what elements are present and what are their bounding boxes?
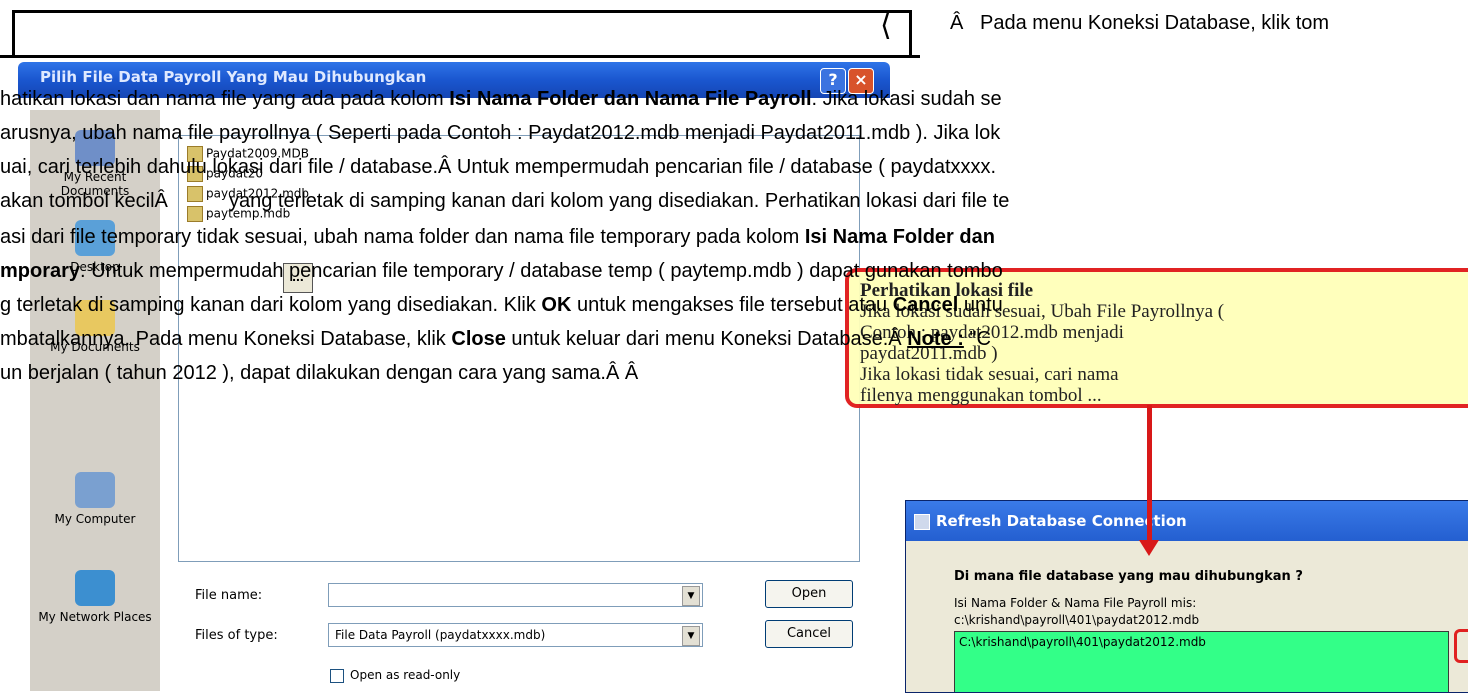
torn-edge-icon: ⟨ [880, 8, 892, 43]
chevron-down-icon[interactable]: ▼ [682, 626, 700, 646]
network-places-icon [75, 570, 115, 606]
arrow-icon [1147, 405, 1152, 550]
refresh-question: Di mana file database yang mau dihubungk… [954, 569, 1303, 584]
file-name-label: File name: [195, 588, 263, 603]
chevron-down-icon[interactable]: ▼ [682, 586, 700, 606]
files-of-type-select[interactable]: File Data Payroll (paydatxxxx.mdb) ▼ [328, 623, 703, 647]
article-line: mporary. Untuk mempermudah pencarian fil… [0, 260, 1003, 282]
open-dialog-title: Pilih File Data Payroll Yang Mau Dihubun… [40, 68, 427, 86]
callout-line: filenya menggunakan tombol ... [860, 385, 1102, 406]
files-of-type-label: Files of type: [195, 628, 278, 643]
place-my-computer[interactable]: My Computer [30, 472, 160, 526]
article-line: asi dari file temporary tidak sesuai, ub… [0, 226, 995, 248]
my-computer-icon [75, 472, 115, 508]
refresh-hint: Isi Nama Folder & Nama File Payroll mis: [954, 596, 1197, 610]
article-line: mbatalkannya. Pada menu Koneksi Database… [0, 328, 991, 350]
place-network[interactable]: My Network Places [30, 570, 160, 624]
cancel-button[interactable]: Cancel [765, 620, 853, 648]
checkbox-icon [330, 668, 344, 683]
file-name-input[interactable]: ▼ [328, 583, 703, 607]
window-icon [914, 514, 930, 530]
article-line: g terletak di samping kanan dari kolom y… [0, 294, 1003, 316]
refresh-db-dialog: Refresh Database Connection Di mana file… [905, 500, 1468, 693]
refresh-dialog-titlebar: Refresh Database Connection [906, 501, 1468, 541]
open-button[interactable]: Open [765, 580, 853, 608]
arrow-head-icon [1139, 540, 1159, 556]
callout-line: Jika lokasi tidak sesuai, cari nama [860, 364, 1119, 385]
article-line: arusnya, ubah nama file payrollnya ( Sep… [0, 122, 1001, 144]
browse-button[interactable] [1454, 629, 1468, 663]
intro-text: Â Pada menu Koneksi Database, klik tom [950, 12, 1330, 34]
article-line: hatikan lokasi dan nama file yang ada pa… [0, 88, 1002, 110]
article-line: uai, cari terlebih dahulu lokasi dari fi… [0, 156, 997, 178]
article-line: akan tombol kecilÂ yang terletak di samp… [0, 190, 1010, 212]
page-top-frame [0, 0, 920, 58]
db-path-input[interactable]: C:\krishand\payroll\401\paydat2012.mdb [954, 631, 1449, 692]
read-only-checkbox[interactable]: Open as read-only [330, 668, 460, 683]
article-line: un berjalan ( tahun 2012 ), dapat dilaku… [0, 362, 639, 384]
refresh-hint-example: c:\krishand\payroll\401\paydat2012.mdb [954, 613, 1200, 627]
